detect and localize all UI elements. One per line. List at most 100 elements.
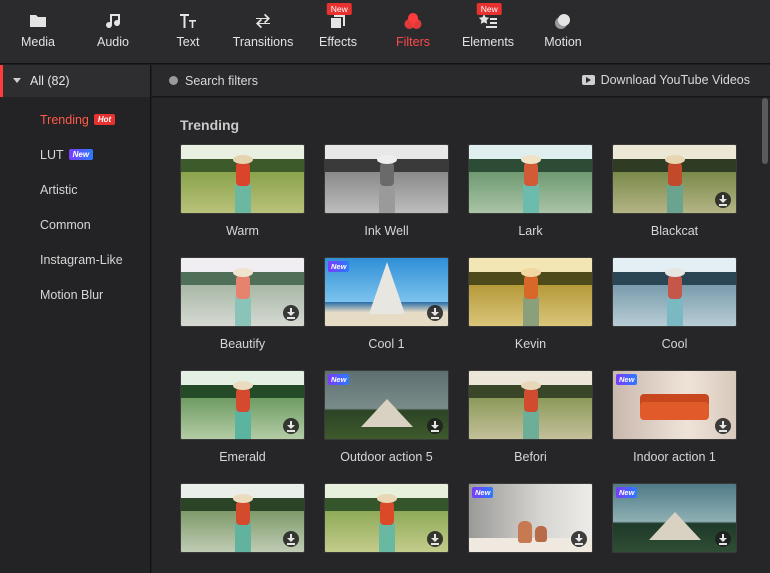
toolbar-tab-transitions[interactable]: Transitions (226, 0, 300, 64)
filter-card-indoor-action-1[interactable]: New Indoor action 1 (612, 370, 737, 470)
thumb-figure-hair (667, 159, 682, 186)
category-all[interactable]: All (82) (0, 65, 150, 97)
thumb-tent (648, 512, 701, 540)
filter-card-cool-1[interactable]: New Cool 1 (324, 257, 449, 357)
toolbar-tab-media[interactable]: Media (1, 0, 75, 64)
toolbar-tab-label: Elements (461, 35, 515, 49)
filter-thumbnail: New (612, 370, 737, 440)
filter-label: Blackcat (650, 224, 699, 238)
thumb-vase (518, 520, 533, 543)
new-badge: New (328, 261, 350, 272)
toolbar-tab-text[interactable]: Text (151, 0, 225, 64)
thumb-figure-hat (664, 154, 685, 164)
thumb-figure-hat (376, 154, 397, 164)
thumb-figure-dress (378, 182, 395, 213)
toolbar-tab-effects[interactable]: New Effects (301, 0, 375, 64)
section-title: Trending (180, 117, 240, 133)
search-bar: Download YouTube Videos (152, 65, 770, 97)
thumb-figure-hair (523, 159, 538, 186)
download-icon[interactable] (283, 305, 299, 321)
filter-thumbnail (180, 370, 305, 440)
thumb-figure-hair (235, 385, 250, 412)
filter-card-outdoor-action-5[interactable]: New Outdoor action 5 (324, 370, 449, 470)
thumb-figure-hair (379, 159, 394, 186)
new-badge: New (472, 487, 494, 498)
top-toolbar: Media Audio Text Transitions New Effects Filte… (0, 0, 770, 64)
filter-thumbnail: New (612, 483, 737, 553)
toolbar-tab-audio[interactable]: Audio (76, 0, 150, 64)
thumb-figure-hat (232, 493, 253, 503)
filter-thumbnail: New (324, 370, 449, 440)
filter-card[interactable] (180, 483, 305, 573)
thumb-figure-dress (522, 182, 539, 213)
filter-card-blackcat[interactable]: Blackcat (612, 144, 737, 244)
filter-thumbnail (468, 144, 593, 214)
filter-label: Kevin (514, 337, 547, 351)
toolbar-tab-label: Audio (97, 35, 129, 49)
thumb-figure-hat (376, 493, 397, 503)
download-icon[interactable] (283, 418, 299, 434)
toolbar-tab-motion[interactable]: Motion (526, 0, 600, 64)
filter-card-warm[interactable]: Warm (180, 144, 305, 244)
thumb-figure-dress (522, 295, 539, 326)
scrollbar[interactable] (760, 98, 770, 573)
download-icon[interactable] (283, 531, 299, 547)
thumb-figure-hair (235, 159, 250, 186)
thumb-figure-hair (523, 385, 538, 412)
download-youtube-videos-button[interactable]: Download YouTube Videos (581, 73, 750, 87)
motion-icon (552, 11, 574, 31)
youtube-download-icon (581, 75, 595, 85)
thumb-figure-dress (522, 408, 539, 439)
thumb-figure-dress (234, 408, 251, 439)
filter-card-beautify[interactable]: Beautify (180, 257, 305, 357)
category-trending[interactable]: Trending Hot (40, 113, 116, 127)
filter-card[interactable]: New (468, 483, 593, 573)
filter-card-befori[interactable]: Befori (468, 370, 593, 470)
scrollbar-thumb[interactable] (762, 98, 768, 164)
new-badge: New (616, 374, 638, 385)
search-filters-input[interactable] (185, 72, 485, 90)
filter-card-cool[interactable]: Cool (612, 257, 737, 357)
thumb-figure-hair (379, 498, 394, 525)
download-icon[interactable] (427, 418, 443, 434)
toolbar-tab-label: Effects (319, 35, 357, 49)
toolbar-tab-label: Media (20, 35, 56, 49)
filter-label: Outdoor action 5 (340, 450, 433, 464)
filter-label: Lark (518, 224, 543, 238)
new-tag: New (68, 149, 94, 160)
thumb-figure-hair (235, 272, 250, 299)
filter-card-lark[interactable]: Lark (468, 144, 593, 244)
filter-card-emerald[interactable]: Emerald (180, 370, 305, 470)
new-badge: New (326, 3, 352, 15)
category-label: Trending (40, 113, 89, 127)
toolbar-tab-label: Motion (544, 35, 582, 49)
thumb-figure-hat (664, 267, 685, 277)
category-instagram-like[interactable]: Instagram-Like (40, 253, 123, 267)
text-icon (177, 11, 199, 31)
filter-card[interactable]: New (612, 483, 737, 573)
thumb-figure-dress (666, 295, 683, 326)
download-icon[interactable] (715, 192, 731, 208)
filter-label: Warm (226, 224, 259, 238)
category-artistic[interactable]: Artistic (40, 183, 78, 197)
download-icon[interactable] (715, 531, 731, 547)
filter-card-ink-well[interactable]: Ink Well (324, 144, 449, 244)
toolbar-tab-filters[interactable]: Filters (376, 0, 450, 64)
download-icon[interactable] (427, 305, 443, 321)
toolbar-tab-elements[interactable]: New Elements (451, 0, 525, 64)
filter-thumbnail: New (468, 483, 593, 553)
download-icon[interactable] (715, 418, 731, 434)
download-icon[interactable] (427, 531, 443, 547)
filter-thumbnail: New (324, 257, 449, 327)
download-icon[interactable] (571, 531, 587, 547)
category-common[interactable]: Common (40, 218, 91, 232)
filter-thumbnail (324, 144, 449, 214)
category-motion-blur[interactable]: Motion Blur (40, 288, 103, 302)
filter-card-kevin[interactable]: Kevin (468, 257, 593, 357)
category-lut[interactable]: LUT New (40, 148, 94, 162)
thumb-figure-dress (234, 295, 251, 326)
new-badge: New (476, 3, 502, 15)
new-badge: New (616, 487, 638, 498)
filter-thumbnail (612, 144, 737, 214)
filter-card[interactable] (324, 483, 449, 573)
